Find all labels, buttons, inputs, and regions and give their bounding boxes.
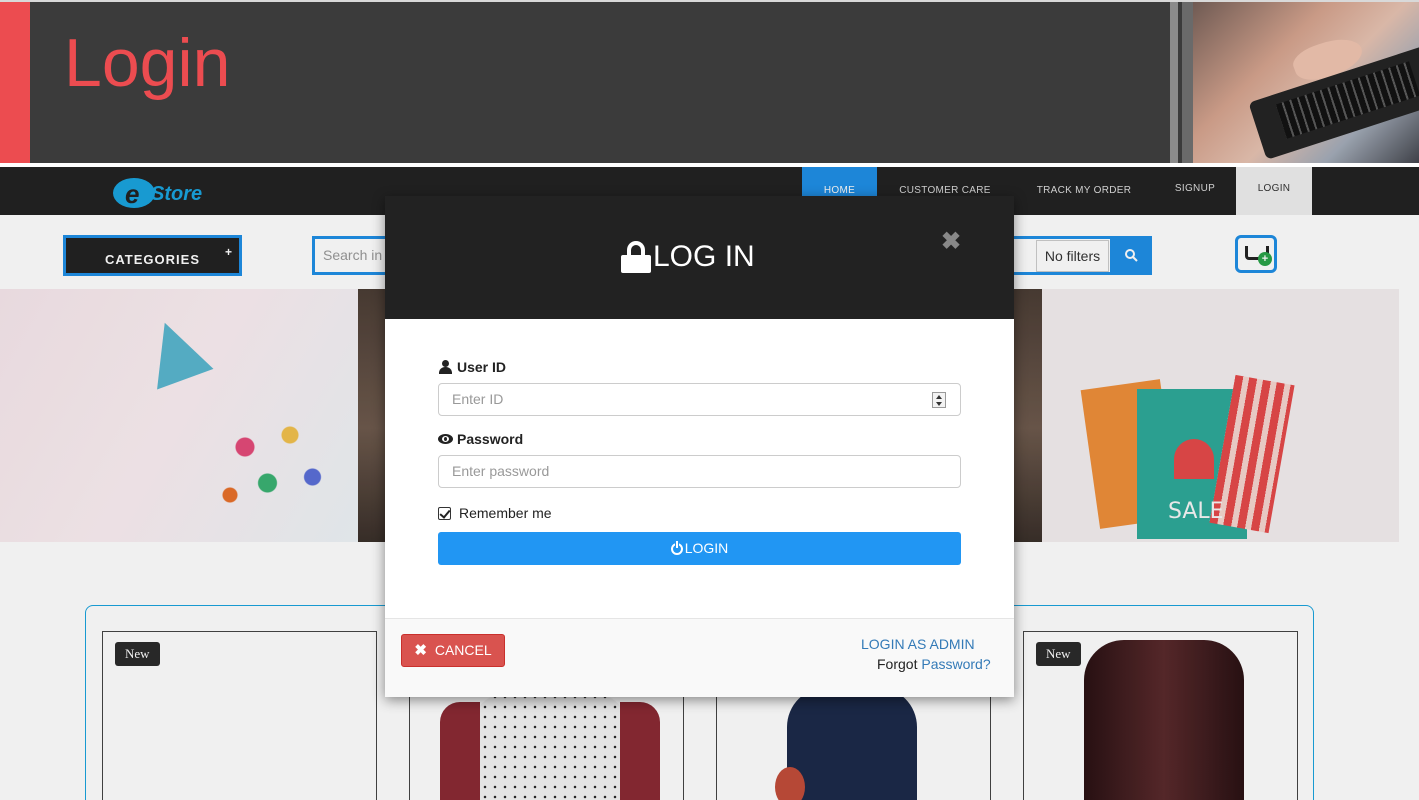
- page-title: Login: [64, 25, 231, 101]
- forgot-password: Forgot Password?: [877, 656, 991, 672]
- password-placeholder: Enter password: [452, 463, 550, 479]
- page-banner: Login: [0, 0, 1419, 165]
- eye-icon: [438, 432, 453, 446]
- power-icon: [670, 540, 683, 555]
- login-button-label: LOGIN: [684, 540, 729, 556]
- close-icon[interactable]: ✖: [941, 230, 961, 254]
- lock-body: [621, 255, 651, 273]
- user-icon-torso: [439, 367, 452, 374]
- password-input[interactable]: Enter password: [438, 455, 961, 488]
- eye-icon-pupil: [444, 437, 447, 441]
- forgot-password-link[interactable]: Password?: [921, 656, 990, 672]
- banner-accent-bar: [0, 2, 30, 165]
- modal-body: User ID Enter ID Password Enter password: [385, 319, 1014, 618]
- modal-footer: ✖ CANCEL LOGIN AS ADMIN Forgot Password?: [385, 618, 1014, 697]
- modal-header: LOG IN ✖: [385, 196, 1014, 319]
- user-icon-head: [442, 360, 449, 367]
- login-as-admin-link[interactable]: LOGIN AS ADMIN: [861, 636, 975, 652]
- close-icon: ✖: [414, 642, 427, 659]
- cancel-button[interactable]: ✖ CANCEL: [401, 634, 505, 667]
- chevron-up-icon: [936, 395, 942, 399]
- lock-icon: [621, 241, 651, 273]
- remember-checkbox[interactable]: [438, 506, 451, 520]
- password-label-text: Password: [457, 431, 524, 447]
- page: Login e Store HOME CUSTOMER CARE TRACK M…: [0, 0, 1419, 800]
- forgot-prefix: Forgot: [877, 656, 918, 672]
- remember-me[interactable]: Remember me: [438, 505, 552, 521]
- banner-divider: [1182, 2, 1193, 165]
- modal-title: LOG IN: [621, 240, 755, 274]
- user-id-label: User ID: [438, 359, 506, 375]
- login-button[interactable]: LOGIN: [438, 532, 961, 565]
- user-id-label-text: User ID: [457, 359, 507, 375]
- cancel-button-label: CANCEL: [434, 642, 492, 658]
- password-label: Password: [438, 431, 523, 447]
- user-icon: [438, 360, 453, 374]
- user-id-placeholder: Enter ID: [452, 391, 504, 407]
- banner-divider: [1170, 2, 1178, 165]
- chevron-down-icon: [936, 402, 942, 406]
- login-modal: LOG IN ✖ User ID Enter ID Password Enter…: [385, 196, 1014, 697]
- user-id-input[interactable]: Enter ID: [438, 383, 961, 416]
- modal-title-text: LOG IN: [653, 240, 755, 273]
- banner-laptop-photo: [1193, 2, 1419, 165]
- remember-label: Remember me: [459, 505, 552, 521]
- number-spinner[interactable]: [932, 392, 946, 408]
